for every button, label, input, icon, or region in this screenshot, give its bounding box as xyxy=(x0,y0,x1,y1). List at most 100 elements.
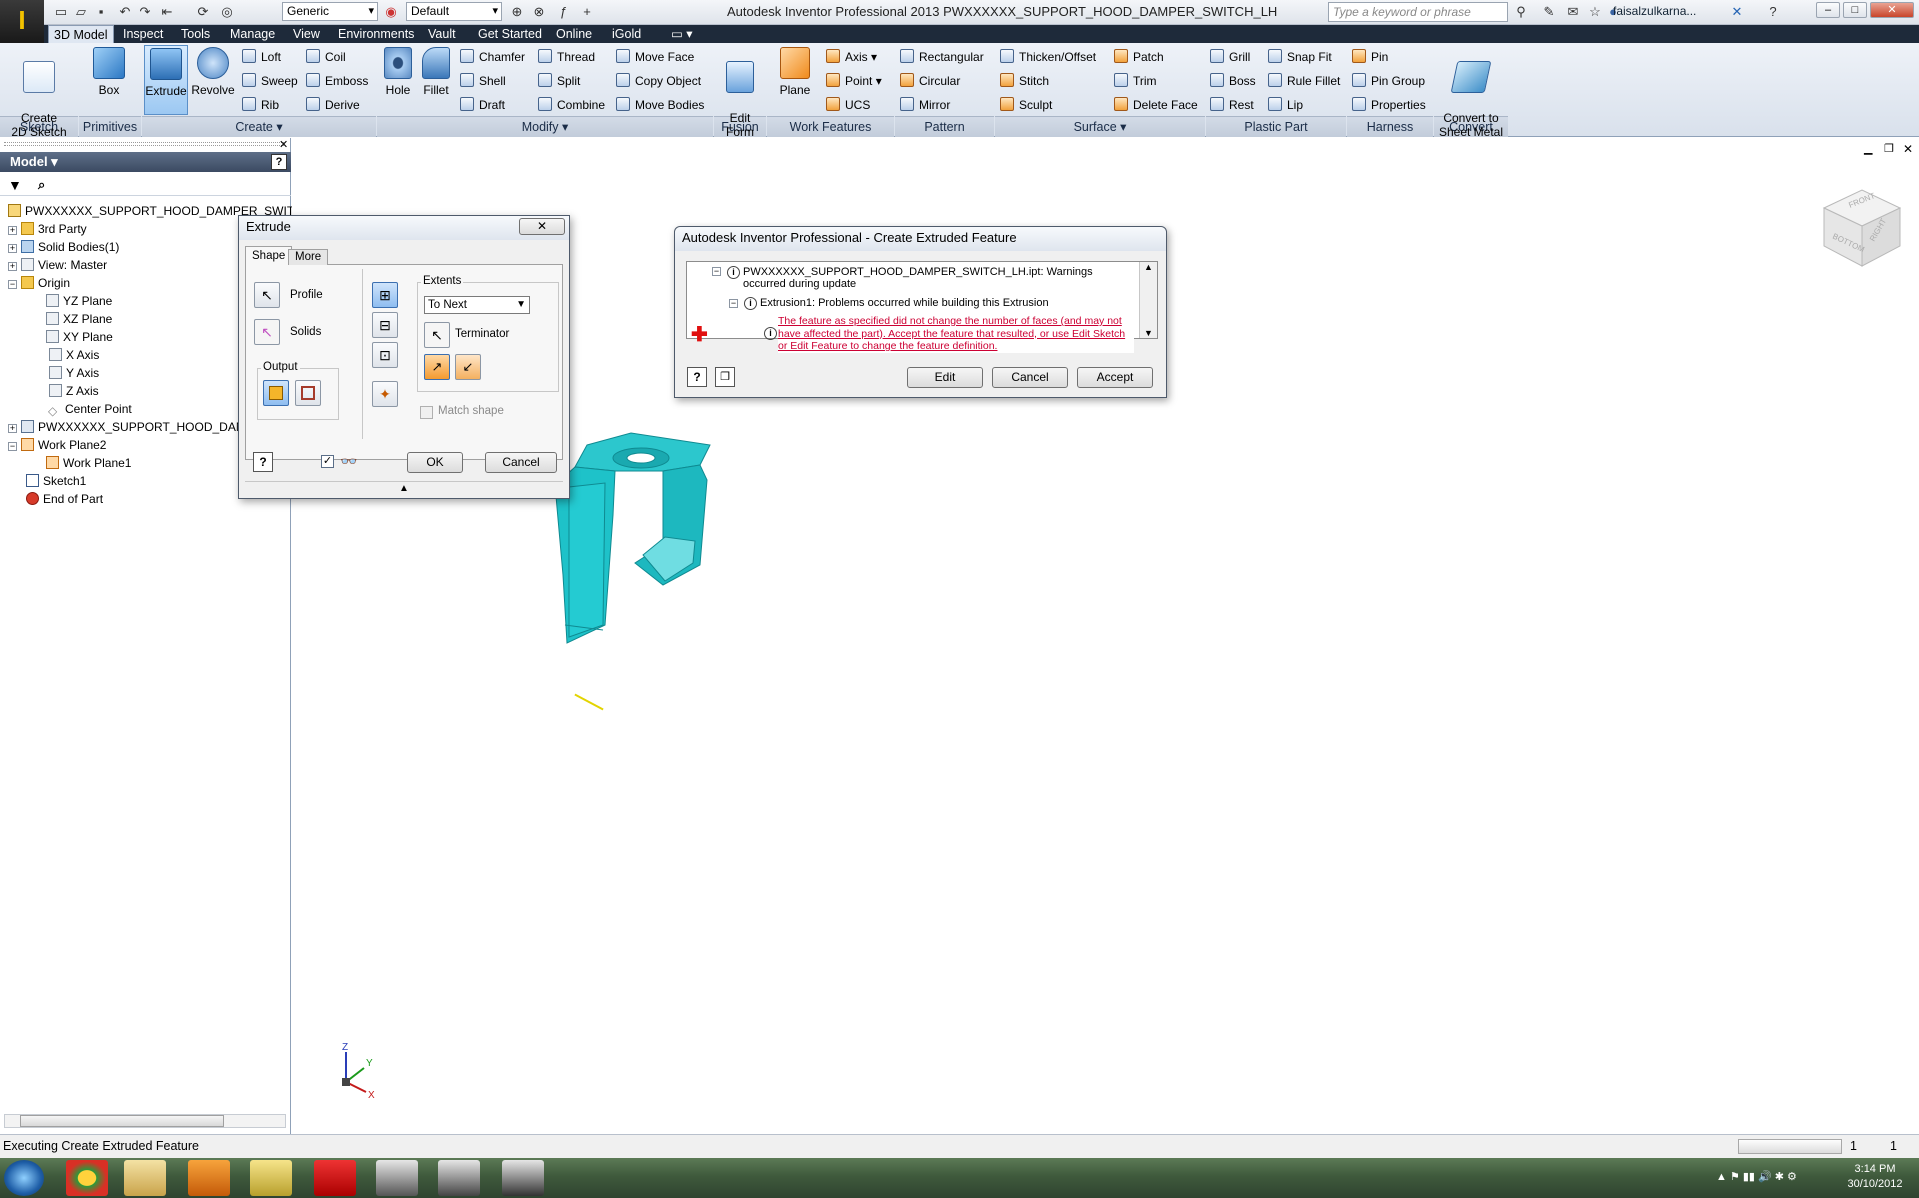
move-bodies-button[interactable]: Move Bodies xyxy=(616,96,704,114)
orbit-icon[interactable]: ⊗ xyxy=(530,3,548,21)
material-combo[interactable]: Generic xyxy=(282,2,378,21)
extents-dropdown[interactable]: To Next ▼ xyxy=(424,296,530,314)
tree-item-yz-plane[interactable]: YZ Plane xyxy=(46,292,112,310)
create-2d-sketch-button[interactable]: Create 2D Sketch xyxy=(6,47,72,139)
tree-item-work-plane1[interactable]: Work Plane1 xyxy=(46,454,131,472)
tab-environments[interactable]: Environments xyxy=(333,25,419,43)
start-button[interactable] xyxy=(4,1160,44,1196)
minimize-button[interactable]: – xyxy=(1816,2,1840,18)
message-scrollbar[interactable]: ▲ ▼ xyxy=(1139,262,1157,338)
chamfer-button[interactable]: Chamfer xyxy=(460,48,525,66)
tree-item-xz-plane[interactable]: XZ Plane xyxy=(46,310,112,328)
error-help-icon[interactable]: ? xyxy=(687,367,707,387)
draft-button[interactable]: Draft xyxy=(460,96,505,114)
clock[interactable]: 3:14 PM 30/10/2012 xyxy=(1836,1162,1914,1192)
tree-item-y-axis[interactable]: Y Axis xyxy=(49,364,99,382)
user-name[interactable]: faisalzulkarna... xyxy=(1613,4,1696,18)
viewcube[interactable]: FRONT BOTTOM RIGHT xyxy=(1810,180,1910,280)
derive-button[interactable]: Derive xyxy=(306,96,360,114)
exchange-icon[interactable]: ✕ xyxy=(1728,3,1746,21)
tab-3d-model[interactable]: 3D Model xyxy=(48,25,114,43)
pin-group-button[interactable]: Pin Group xyxy=(1352,72,1425,90)
extrude-button[interactable]: Extrude xyxy=(144,45,188,115)
tab-more[interactable]: More xyxy=(288,249,329,265)
pdf-reader-taskbar-icon[interactable] xyxy=(314,1160,356,1196)
fillet-button[interactable]: Fillet xyxy=(418,47,454,97)
inventor-3-taskbar-icon[interactable] xyxy=(502,1160,544,1196)
tree-item-3rd-party[interactable]: +3rd Party xyxy=(8,220,87,238)
find-binoculars-icon[interactable]: ⌕ xyxy=(38,177,45,193)
panel-grip[interactable] xyxy=(4,142,284,146)
expand-icon[interactable]: + xyxy=(8,244,17,253)
loft-button[interactable]: Loft xyxy=(242,48,281,66)
tab-manage[interactable]: Manage xyxy=(225,25,280,43)
zoom-icon[interactable]: ⊕ xyxy=(508,3,526,21)
edit-form-button[interactable]: Edit Form xyxy=(718,47,762,139)
snap-fit-button[interactable]: Snap Fit xyxy=(1268,48,1332,66)
rule-fillet-button[interactable]: Rule Fillet xyxy=(1268,72,1340,90)
expand-arrow-icon[interactable]: ▲ xyxy=(245,481,563,494)
rest-button[interactable]: Rest xyxy=(1210,96,1254,114)
tree-item-solid-bodies[interactable]: + Solid Bodies(1) xyxy=(8,238,119,256)
media-player-taskbar-icon[interactable] xyxy=(188,1160,230,1196)
tab-igold[interactable]: iGold xyxy=(607,25,646,43)
emboss-button[interactable]: Emboss xyxy=(306,72,368,90)
operation-cut-button[interactable]: ⊟ xyxy=(372,312,398,338)
scroll-up-icon[interactable]: ▲ xyxy=(1140,262,1157,272)
sweep-button[interactable]: Sweep xyxy=(242,72,298,90)
extrude-close-button[interactable]: ✕ xyxy=(519,218,565,235)
sculpt-button[interactable]: Sculpt xyxy=(1000,96,1052,114)
tree-item-derived-part[interactable]: + PWXXXXXX_SUPPORT_HOOD_DAMPER_ xyxy=(8,418,277,436)
thread-button[interactable]: Thread xyxy=(538,48,595,66)
revolve-button[interactable]: Revolve xyxy=(190,47,236,97)
redo-icon[interactable]: ↷ xyxy=(136,3,154,21)
tree-item-sketch1[interactable]: Sketch1 xyxy=(26,472,86,490)
viewport-restore-icon[interactable]: ❐ xyxy=(1884,142,1894,155)
new-solid-button[interactable]: ✦ xyxy=(372,381,398,407)
output-solid-button[interactable] xyxy=(263,380,289,406)
direction-1-button[interactable]: ↗ xyxy=(424,354,450,380)
profile-select-button[interactable]: ↖ xyxy=(254,282,280,308)
convert-to-sheet-metal-button[interactable]: Convert to Sheet Metal xyxy=(1436,47,1506,139)
panel-close-icon[interactable]: ✕ xyxy=(279,138,288,151)
rib-button[interactable]: Rib xyxy=(242,96,279,114)
tab-vault[interactable]: Vault xyxy=(423,25,461,43)
direction-2-button[interactable]: ↙ xyxy=(455,354,481,380)
error-edit-button[interactable]: Edit xyxy=(907,367,983,388)
plane-button[interactable]: Plane xyxy=(774,47,816,97)
trim-button[interactable]: Trim xyxy=(1114,72,1157,90)
tree-item-work-plane2[interactable]: − Work Plane2 xyxy=(8,436,106,454)
point-button[interactable]: Point ▾ xyxy=(826,72,882,90)
scroll-down-icon[interactable]: ▼ xyxy=(1140,328,1157,338)
combine-button[interactable]: Combine xyxy=(538,96,605,114)
maximize-button[interactable]: □ xyxy=(1843,2,1867,18)
error-cancel-button[interactable]: Cancel xyxy=(992,367,1068,388)
open-icon[interactable]: ▱ xyxy=(72,3,90,21)
expand-icon[interactable]: + xyxy=(8,424,17,433)
harness-properties-button[interactable]: Properties xyxy=(1352,96,1426,114)
search-input[interactable]: Type a keyword or phrase xyxy=(1328,2,1508,22)
group-create-label[interactable]: Create ▾ xyxy=(142,116,376,137)
undo-icon[interactable]: ↶ xyxy=(116,3,134,21)
grill-button[interactable]: Grill xyxy=(1210,48,1250,66)
tools-icon[interactable]: ✎ xyxy=(1540,3,1558,21)
copy-icon[interactable]: ❐ xyxy=(715,367,735,387)
collapse-icon[interactable]: − xyxy=(712,267,721,276)
copy-object-button[interactable]: Copy Object xyxy=(616,72,701,90)
hole-button[interactable]: Hole xyxy=(380,47,416,97)
viewport-minimize-icon[interactable]: ▁ xyxy=(1864,142,1872,155)
tree-item-z-axis[interactable]: Z Axis xyxy=(49,382,99,400)
error-detail-message[interactable]: The feature as specified did not change … xyxy=(778,315,1134,353)
error-accept-button[interactable]: Accept xyxy=(1077,367,1153,388)
boss-button[interactable]: Boss xyxy=(1210,72,1256,90)
tab-get-started[interactable]: Get Started xyxy=(473,25,547,43)
folder-taskbar-icon[interactable] xyxy=(250,1160,292,1196)
chrome-taskbar-icon[interactable] xyxy=(66,1160,108,1196)
stitch-button[interactable]: Stitch xyxy=(1000,72,1049,90)
tree-item-xy-plane[interactable]: XY Plane xyxy=(46,328,113,346)
thicken-offset-button[interactable]: Thicken/Offset xyxy=(1000,48,1096,66)
close-button[interactable]: ✕ xyxy=(1870,2,1914,18)
lip-button[interactable]: Lip xyxy=(1268,96,1303,114)
preview-checkbox[interactable]: ✓ xyxy=(321,455,334,468)
help-icon[interactable]: ? xyxy=(1764,3,1782,21)
